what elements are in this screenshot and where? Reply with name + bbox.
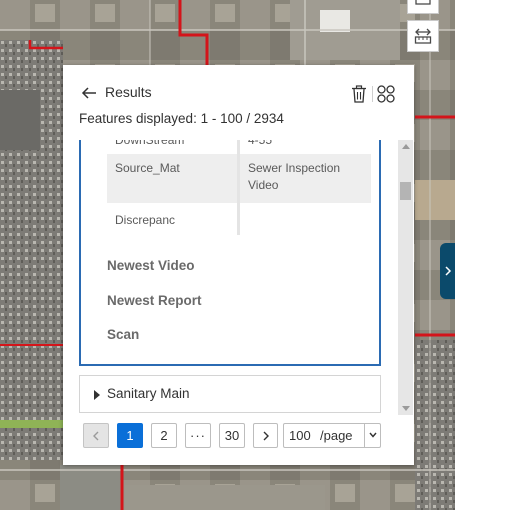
page-button-1[interactable]: 1: [117, 423, 143, 448]
attribute-row: Source_Mat Sewer Inspection Video: [107, 154, 371, 203]
layer-group-label: Sanitary Main: [107, 386, 190, 401]
arrow-left-icon: [81, 87, 96, 99]
attribute-value: [240, 203, 371, 235]
features-count: Features displayed: 1 - 100 / 2934: [79, 111, 284, 126]
attribute-name: Discrepanc: [107, 203, 240, 235]
measure-button[interactable]: [407, 20, 439, 52]
newest-video-link[interactable]: Newest Video: [107, 258, 195, 273]
newest-report-link[interactable]: Newest Report: [107, 293, 202, 308]
page-button-30[interactable]: 30: [219, 423, 245, 448]
trash-icon: [352, 85, 366, 103]
attribute-table: DownStream 4-55 Source_Mat Sewer Inspect…: [107, 140, 371, 235]
chevron-right-icon: [444, 266, 451, 276]
grid-layout-icon: [377, 85, 395, 103]
measure-icon: [414, 28, 432, 44]
panel-title: Results: [105, 84, 152, 100]
map-tool-button[interactable]: [407, 0, 439, 14]
chevron-down-icon: [369, 432, 377, 438]
page-ellipsis-button[interactable]: ···: [185, 423, 211, 448]
results-list[interactable]: DownStream 4-55 Source_Mat Sewer Inspect…: [79, 140, 397, 415]
attribute-name: Source_Mat: [107, 154, 240, 203]
scrollbar-thumb[interactable]: [400, 182, 411, 200]
chevron-left-icon: [93, 431, 99, 440]
attribute-row: Discrepanc: [107, 203, 371, 235]
attribute-value: 4-55: [248, 140, 273, 147]
sidebar-background: [455, 0, 505, 510]
scan-link[interactable]: Scan: [107, 327, 139, 342]
layer-group-sanitary-main[interactable]: Sanitary Main: [79, 375, 381, 413]
scroll-up-icon[interactable]: [402, 144, 410, 149]
caret-right-icon: [94, 390, 100, 400]
header-divider: [372, 86, 373, 102]
scroll-down-icon[interactable]: [402, 406, 410, 411]
results-panel: Results Features displayed: 1 - 100 / 29…: [63, 65, 414, 465]
feature-card[interactable]: DownStream 4-55 Source_Mat Sewer Inspect…: [79, 140, 381, 366]
previous-page-button[interactable]: [83, 423, 109, 448]
page-button-2[interactable]: 2: [151, 423, 177, 448]
attribute-name: DownStream: [107, 140, 240, 154]
page-size-value: 100: [289, 428, 311, 443]
panel-header: Results Features displayed: 1 - 100 / 29…: [63, 65, 414, 140]
results-scrollbar[interactable]: [398, 140, 413, 415]
attribute-value: Sewer Inspection Video: [248, 161, 341, 192]
attribute-row: DownStream 4-55: [107, 140, 371, 154]
page-size-unit: /page: [320, 428, 353, 443]
layout-toggle-button[interactable]: [375, 83, 397, 105]
page-size-select[interactable]: 100 /page: [283, 423, 381, 448]
back-button[interactable]: [79, 83, 99, 103]
select-divider: [364, 424, 365, 447]
pagination: 1 2 ··· 30 100 /page: [63, 423, 414, 451]
clear-results-button[interactable]: [349, 83, 369, 105]
table-icon: [415, 0, 431, 5]
chevron-right-icon: [263, 431, 269, 440]
next-page-button[interactable]: [253, 423, 278, 448]
expand-panel-button[interactable]: [440, 243, 455, 299]
